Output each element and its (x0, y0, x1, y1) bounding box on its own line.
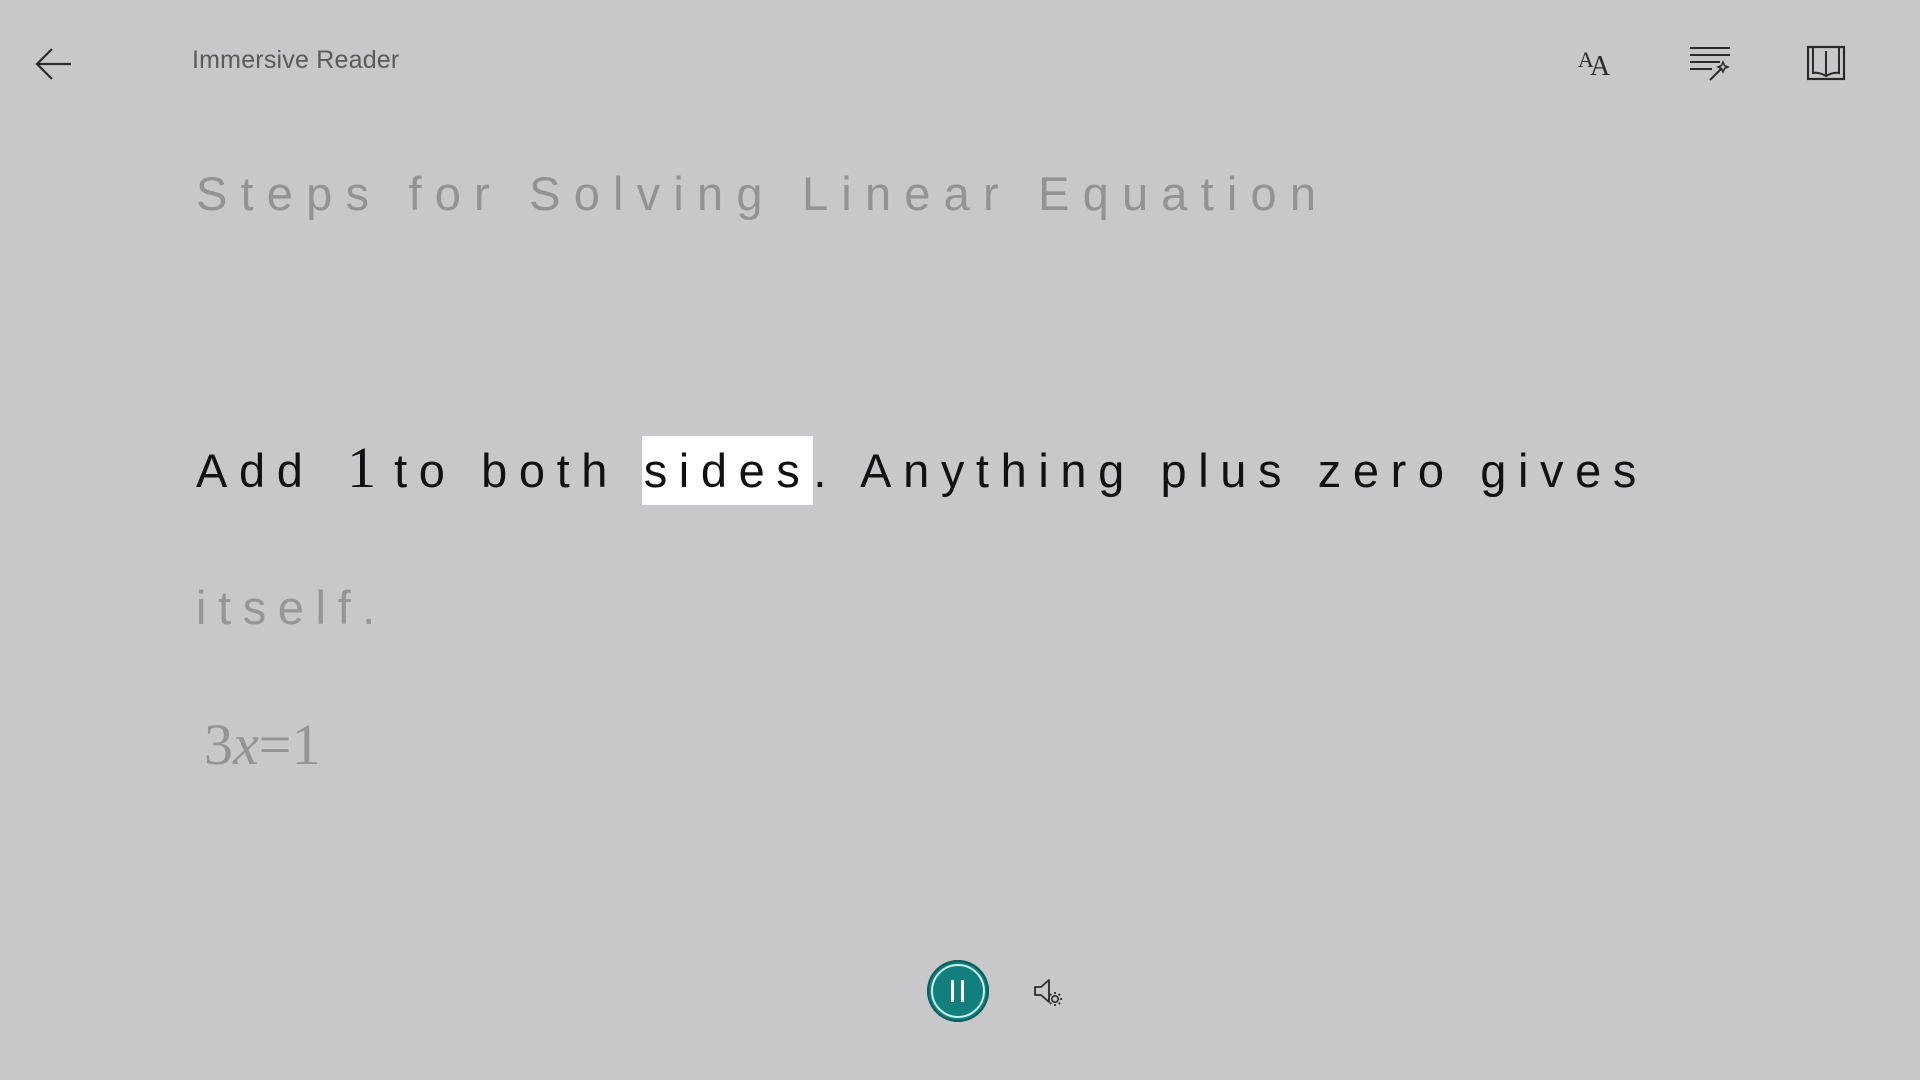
voice-settings-icon (1034, 979, 1062, 1006)
svg-text:A: A (1590, 51, 1611, 82)
text-preferences-button[interactable]: A A (1568, 38, 1624, 86)
text-size-icon: A A (1578, 47, 1611, 82)
open-book-icon (1806, 45, 1846, 81)
document-heading: Steps for Solving Linear Equation (196, 167, 1330, 220)
app-title: Immersive Reader (192, 46, 400, 74)
math-coefficient: 3 (204, 712, 233, 777)
pause-icon (951, 980, 964, 1002)
math-value: 1 (291, 712, 321, 777)
math-variable: x (233, 712, 259, 777)
current-reading-line: Add 1 to both sides. Anything plus zero g… (196, 436, 1648, 505)
math-equation: 3x=1 (204, 710, 320, 780)
arrow-left-icon (35, 48, 71, 80)
pause-button[interactable] (927, 960, 989, 1022)
inline-math-number: 1 (347, 435, 377, 500)
line-text-middle: to both (394, 444, 644, 497)
voice-settings-button[interactable] (1028, 972, 1068, 1012)
math-equals: = (258, 712, 292, 777)
back-button[interactable] (28, 40, 80, 88)
highlighted-word[interactable]: sides (641, 436, 814, 505)
reading-preferences-button[interactable] (1798, 38, 1854, 86)
grammar-wand-icon (1690, 47, 1730, 81)
line-text-after: . Anything plus zero gives (813, 444, 1648, 497)
immersive-reader-window: Immersive Reader A A Steps for Solving L… (0, 0, 1920, 1080)
next-reading-line: itself. (196, 581, 387, 634)
line-text-before: Add (196, 444, 340, 497)
grammar-options-button[interactable] (1682, 38, 1738, 86)
